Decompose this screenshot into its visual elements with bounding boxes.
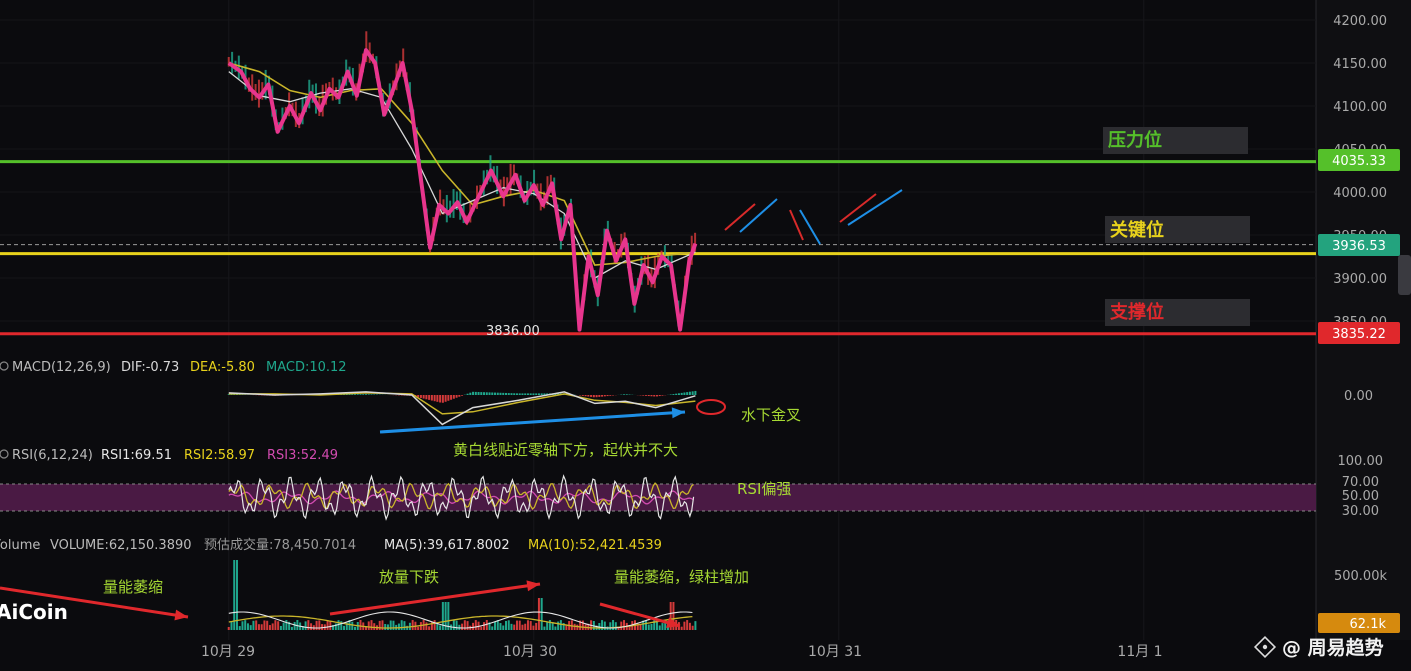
volume-ma5: MA(5):39,617.8002 (384, 538, 510, 553)
rsi-axis-tick-100: 100.00 (1338, 454, 1384, 469)
scroll-handle[interactable] (1398, 255, 1411, 295)
trading-chart: 4200.004150.004100.004050.004000.003950.… (0, 0, 1411, 671)
resistance-label: 压力位 (1108, 129, 1162, 151)
level-badge-support: 3835.22 (1318, 322, 1400, 344)
volume-name: Volume (0, 538, 40, 553)
macd-name: MACD(12,26,9) (12, 360, 111, 375)
aicoin-logo: AiCoin (0, 600, 68, 624)
volume-axis-tick: 500.00k (1334, 569, 1387, 584)
volume-note-1: 量能萎缩 (103, 578, 163, 596)
time-tick: 10月 31 (808, 644, 862, 660)
rsi-header: RSI(6,12,24) RSI1:69.51 RSI2:58.97 RSI3:… (0, 448, 338, 463)
low-price-marker: 3836.00 (486, 324, 540, 339)
macd-axis-tick: 0.00 (1344, 389, 1373, 404)
support-value: 3835.22 (1332, 327, 1386, 342)
macd-dea: DEA:-5.80 (190, 360, 255, 375)
volume-badge: 62.1k (1318, 613, 1400, 633)
resistance-value: 4035.33 (1332, 154, 1386, 169)
rsi-axis-tick-70: 70.00 (1342, 475, 1379, 490)
macd-value: MACD:10.12 (266, 360, 347, 375)
golden-cross-note: 水下金叉 (741, 406, 801, 424)
volume-ma10: MA(10):52,421.4539 (528, 538, 662, 553)
price-axis-tick: 4200.00 (1333, 14, 1387, 29)
volume-note-2: 放量下跌 (379, 568, 439, 586)
macd-dif: DIF:-0.73 (121, 360, 179, 375)
price-axis-tick: 4150.00 (1333, 57, 1387, 72)
watermark-text: @ 周易趋势 (1282, 636, 1384, 659)
price-axis-tick: 4100.00 (1333, 100, 1387, 115)
time-tick: 10月 30 (503, 644, 557, 660)
level-badge-key: 3936.53 (1318, 234, 1400, 256)
volume-header: Volume VOLUME:62,150.3890 预估成交量:78,450.7… (0, 537, 662, 553)
volume-value: VOLUME:62,150.3890 (50, 538, 192, 553)
time-tick: 11月 1 (1117, 644, 1162, 660)
volume-note-3: 量能萎缩，绿柱增加 (614, 568, 749, 586)
key-label: 关键位 (1110, 219, 1164, 241)
support-label: 支撑位 (1109, 301, 1164, 323)
rsi-axis-tick-50: 50.00 (1342, 489, 1379, 504)
rsi2-value: RSI2:58.97 (184, 448, 255, 463)
rsi-axis-tick-30: 30.00 (1342, 504, 1379, 519)
support-label-box: 支撑位 (1105, 299, 1250, 326)
macd-note: 黄白线贴近零轴下方，起伏并不大 (453, 441, 678, 459)
volume-estimate: 预估成交量:78,450.7014 (204, 537, 356, 553)
volume-current: 62.1k (1350, 617, 1387, 632)
level-badge-resistance: 4035.33 (1318, 149, 1400, 171)
time-tick: 10月 29 (201, 644, 255, 660)
rsi-note: RSI偏强 (737, 480, 791, 498)
price-axis-tick: 3900.00 (1333, 272, 1387, 287)
key-label-box: 关键位 (1105, 216, 1250, 243)
resistance-label-box: 压力位 (1103, 127, 1248, 154)
macd-header: MACD(12,26,9) DIF:-0.73 DEA:-5.80 MACD:1… (0, 360, 347, 375)
rsi1-value: RSI1:69.51 (101, 448, 172, 463)
key-value: 3936.53 (1332, 239, 1386, 254)
rsi3-value: RSI3:52.49 (267, 448, 338, 463)
rsi-name: RSI(6,12,24) (12, 448, 93, 463)
price-axis-tick: 4000.00 (1333, 186, 1387, 201)
